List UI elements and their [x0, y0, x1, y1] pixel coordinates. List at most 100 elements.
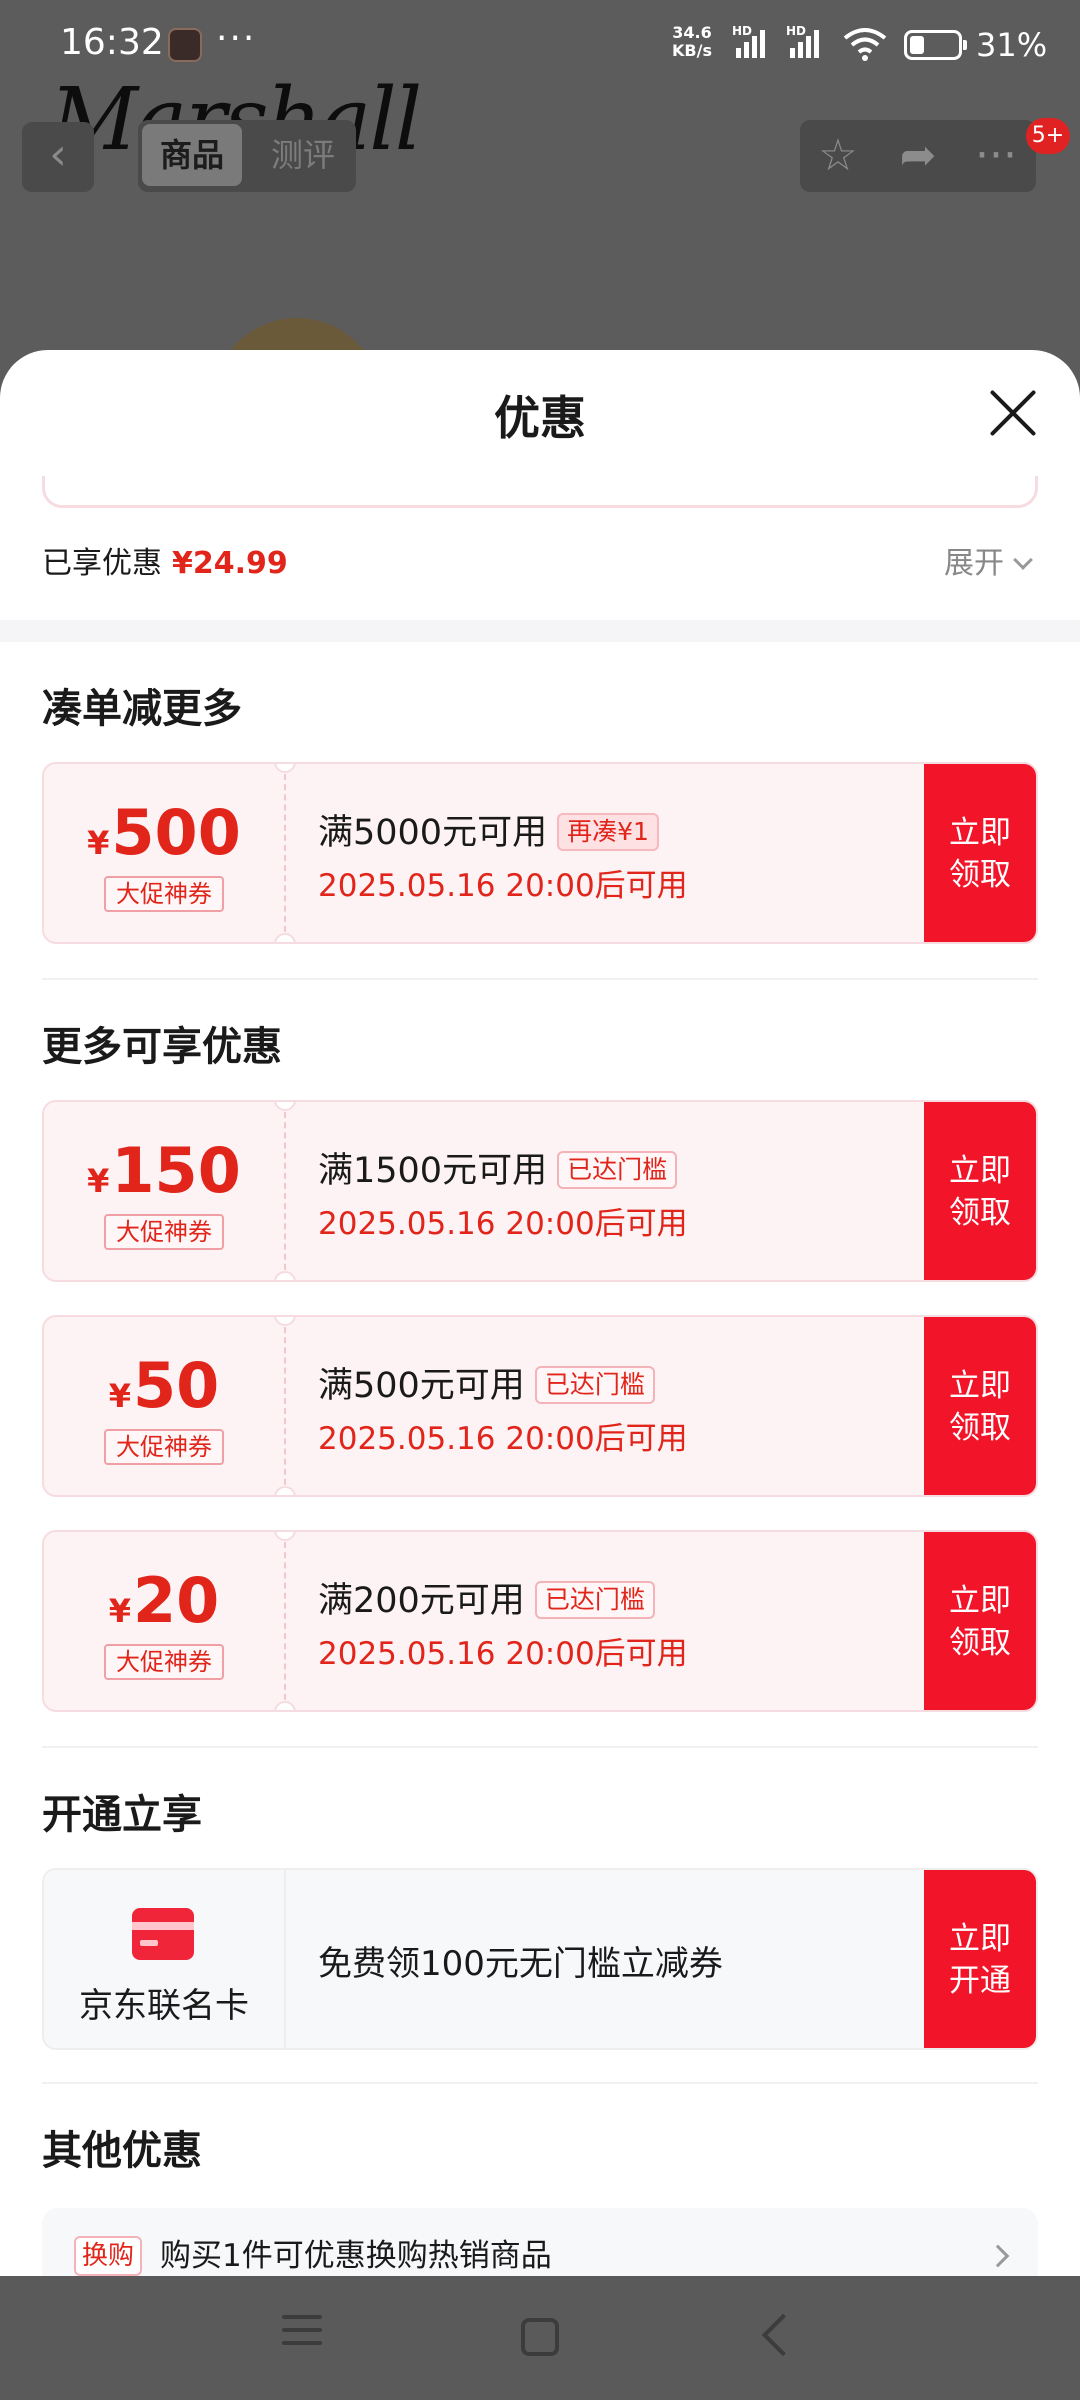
top-actions: ☆ ➦ ···	[800, 120, 1036, 192]
close-icon[interactable]	[988, 388, 1038, 438]
coupon-time: 2025.05.16 20:00后可用	[318, 1636, 688, 1672]
divider	[42, 1746, 1038, 1748]
coupon-tag: 大促神券	[104, 1429, 224, 1465]
divider	[42, 978, 1038, 980]
more-icon[interactable]: ···	[968, 128, 1024, 184]
yen-symbol: ¥	[87, 824, 110, 862]
expand-button[interactable]: 展开	[944, 538, 1033, 582]
enjoyed-discount: 已享优惠 ¥24.99	[42, 538, 288, 582]
status-time: 16:32	[60, 22, 164, 63]
tab-review[interactable]: 测评	[258, 124, 348, 186]
signal-icon-2	[790, 28, 819, 58]
chevron-right-icon	[986, 2244, 1010, 2268]
wifi-icon	[843, 28, 887, 61]
signal-icon-1	[736, 28, 765, 58]
coupon-tag: 大促神券	[104, 1214, 224, 1250]
coupon-card: ¥50 大促神券 满500元可用 已达门槛 2025.05.16 20:00后可用…	[42, 1315, 1038, 1497]
exchange-chip: 换购	[74, 2236, 143, 2276]
open-label-1: 立即	[949, 1921, 1011, 1957]
claim-button[interactable]: 立即 领取	[924, 764, 1036, 942]
coupon-time: 2025.05.16 20:00后可用	[318, 1421, 688, 1457]
coupon-perforation	[284, 1532, 286, 1710]
coupon-tag: 大促神券	[104, 1644, 224, 1680]
coupon-card: ¥500 大促神券 满5000元可用 再凑¥1 2025.05.16 20:00后…	[42, 762, 1038, 944]
yen-symbol: ¥	[108, 1592, 131, 1630]
expand-label: 展开	[944, 546, 1004, 581]
home-icon[interactable]	[521, 2318, 559, 2356]
coupon-value: ¥50 大促神券	[44, 1317, 284, 1495]
discount-sheet: 优惠 已享优惠 ¥24.99 展开 凑单减更多 ¥500 大促神券 满5000元可…	[0, 350, 1080, 2276]
enjoyed-amount: ¥24.99	[172, 546, 288, 581]
coupon-amount: ¥50	[44, 1353, 284, 1429]
coupon-card: ¥150 大促神券 满1500元可用 已达门槛 2025.05.16 20:00后…	[42, 1100, 1038, 1282]
coupon-chip: 已达门槛	[557, 1151, 678, 1189]
coupon-condition: 满5000元可用 再凑¥1	[318, 804, 659, 855]
menu-icon[interactable]	[272, 2306, 332, 2366]
coupon-condition: 满500元可用 已达门槛	[318, 1357, 655, 1408]
section-title-combine: 凑单减更多	[42, 686, 242, 732]
coupon-value: ¥20 大促神券	[44, 1532, 284, 1710]
claim-label-1: 立即	[949, 815, 1011, 851]
network-speed-value: 34.6	[672, 23, 712, 42]
enjoyed-label: 已享优惠	[42, 546, 162, 581]
coupon-condition-text: 满200元可用	[318, 1581, 525, 1621]
coupon-amount: ¥150	[44, 1138, 284, 1214]
battery-icon	[904, 30, 967, 60]
coupon-amount-value: 50	[132, 1349, 220, 1422]
page-tabs: 商品 测评	[138, 120, 356, 192]
coupon-value: ¥150 大促神券	[44, 1102, 284, 1280]
coupon-tag: 大促神券	[104, 876, 224, 912]
coupon-value: ¥500 大促神券	[44, 764, 284, 942]
coupon-amount: ¥20	[44, 1568, 284, 1644]
section-title-open: 开通立享	[42, 1792, 202, 1838]
chevron-down-icon	[1013, 550, 1033, 570]
coupon-time: 2025.05.16 20:00后可用	[318, 868, 688, 904]
coupon-amount-value: 150	[111, 1134, 241, 1207]
divider	[42, 2082, 1038, 2084]
network-speed-unit: KB/s	[672, 41, 712, 60]
coupon-condition: 满1500元可用 已达门槛	[318, 1142, 678, 1193]
coupon-perforation	[284, 1317, 286, 1495]
claim-label-2: 领取	[949, 1410, 1011, 1446]
star-icon[interactable]: ☆	[810, 128, 866, 184]
coupon-chip: 已达门槛	[534, 1581, 655, 1619]
battery-fill	[910, 36, 924, 54]
back-icon: ‹	[49, 129, 67, 180]
claim-label-2: 领取	[949, 1625, 1011, 1661]
coupon-time: 2025.05.16 20:00后可用	[318, 1206, 688, 1242]
section-title-more: 更多可享优惠	[42, 1024, 282, 1070]
cart-badge: 5+	[1026, 118, 1070, 154]
coupon-perforation	[284, 1102, 286, 1280]
section-separator	[0, 620, 1080, 642]
claim-label-2: 领取	[949, 1195, 1011, 1231]
claim-button[interactable]: 立即 领取	[924, 1532, 1036, 1710]
coupon-amount-value: 500	[111, 796, 241, 869]
coupon-notch	[274, 1271, 296, 1280]
claim-label-1: 立即	[949, 1583, 1011, 1619]
previous-card-edge	[42, 476, 1038, 508]
exchange-offer-row[interactable]: 换购 购买1件可优惠换购热销商品	[42, 2208, 1038, 2276]
share-icon[interactable]: ➦	[890, 128, 946, 184]
member-card: 京东联名卡 免费领100元无门槛立减券 立即 开通	[42, 1868, 1038, 2050]
open-card-button[interactable]: 立即 开通	[924, 1870, 1036, 2048]
back-icon[interactable]	[750, 2306, 810, 2366]
tab-product[interactable]: 商品	[142, 124, 242, 186]
coupon-amount: ¥500	[44, 800, 284, 876]
claim-label-1: 立即	[949, 1368, 1011, 1404]
coupon-notch	[274, 1486, 296, 1495]
back-button[interactable]: ‹	[22, 122, 94, 192]
exchange-offer-text: 购买1件可优惠换购热销商品	[160, 2238, 552, 2274]
yen-symbol: ¥	[108, 1377, 131, 1415]
coupon-condition-text: 满5000元可用	[318, 813, 548, 853]
coupon-condition-text: 满1500元可用	[318, 1151, 548, 1191]
claim-button[interactable]: 立即 领取	[924, 1317, 1036, 1495]
coupon-card: ¥20 大促神券 满200元可用 已达门槛 2025.05.16 20:00后可用…	[42, 1530, 1038, 1712]
member-card-text: 免费领100元无门槛立减券	[318, 1944, 723, 1984]
network-speed: 34.6 KB/s	[672, 24, 712, 60]
app-notification-icon	[168, 28, 202, 62]
coupon-perforation	[284, 764, 286, 942]
card-name: 京东联名卡	[79, 1986, 249, 2026]
member-card-divider	[284, 1870, 286, 2048]
claim-button[interactable]: 立即 领取	[924, 1102, 1036, 1280]
claim-label-1: 立即	[949, 1153, 1011, 1189]
